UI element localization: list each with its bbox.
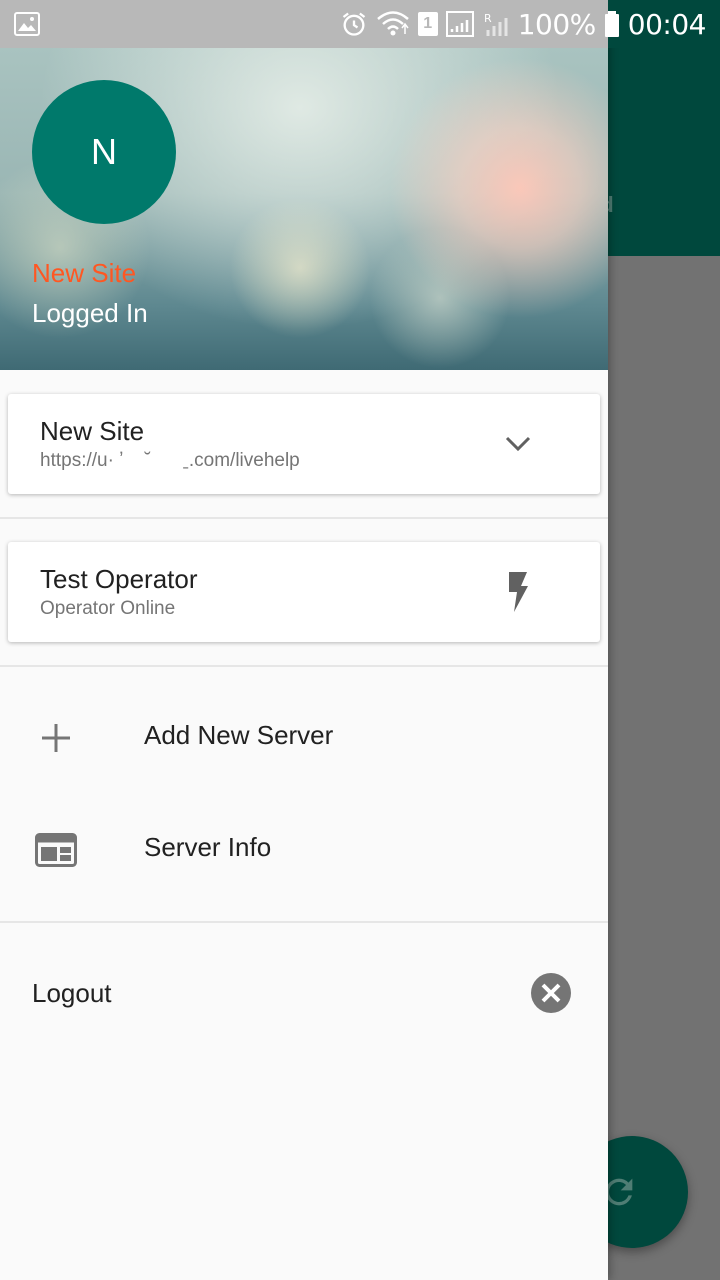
gallery-notification-icon: [14, 12, 40, 36]
add-new-server-label: Add New Server: [144, 720, 334, 750]
drawer-header: N New Site Logged In: [0, 48, 608, 370]
wifi-icon: [376, 11, 409, 36]
lightning-bolt-icon[interactable]: [498, 570, 538, 614]
server-info-label: Server Info: [144, 832, 272, 862]
operator-status: Operator Online: [40, 598, 176, 619]
svg-text:R: R: [484, 12, 492, 25]
navigation-drawer: N New Site Logged In New Site https://u·…: [0, 0, 608, 1280]
chevron-down-icon[interactable]: [498, 422, 538, 466]
avatar-letter: N: [91, 131, 117, 172]
operator-card[interactable]: Test Operator Operator Online: [8, 542, 600, 642]
sim-badge: 1: [417, 12, 438, 36]
roaming-signal-icon: R: [484, 12, 508, 36]
add-new-server-item[interactable]: Add New Server: [0, 682, 608, 794]
battery-percent: 100%: [517, 7, 597, 41]
divider: [0, 921, 608, 923]
header-site-name: New Site: [32, 258, 137, 288]
status-bar: 1 R 100% 00:04: [0, 0, 720, 48]
logout-label: Logout: [32, 978, 112, 1008]
plus-icon: [32, 718, 80, 758]
header-login-status: Logged In: [32, 298, 148, 328]
site-card-url: https://u· ʼ ˘ ˍ.com/livehelp: [40, 450, 300, 471]
avatar[interactable]: N: [32, 80, 176, 224]
signal-icon: [445, 11, 474, 37]
battery-icon: [604, 11, 619, 37]
operator-name: Test Operator: [40, 564, 198, 594]
divider: [0, 665, 608, 667]
close-circle-icon[interactable]: [530, 972, 572, 1014]
status-bar-icons: 1 R 100% 00:04: [340, 0, 707, 48]
web-layout-icon: [32, 830, 80, 870]
clock: 00:04: [627, 7, 707, 41]
logout-item[interactable]: Logout: [0, 944, 608, 1044]
site-selector-card[interactable]: New Site https://u· ʼ ˘ ˍ.com/livehelp: [8, 394, 600, 494]
divider: [0, 517, 608, 519]
server-info-item[interactable]: Server Info: [0, 794, 608, 906]
site-card-title: New Site: [40, 416, 145, 446]
alarm-icon: [342, 12, 365, 36]
